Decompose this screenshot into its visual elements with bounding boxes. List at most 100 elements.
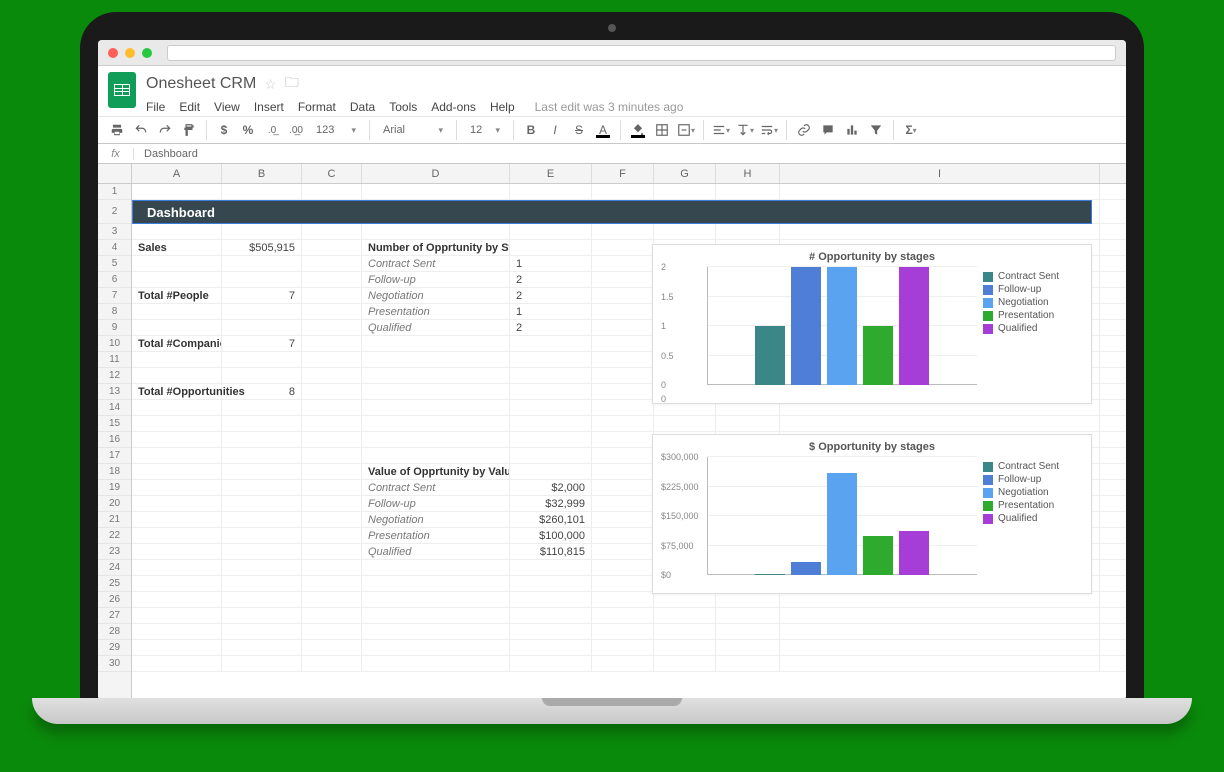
col-header[interactable]: I	[780, 164, 1100, 183]
fill-color-icon[interactable]	[629, 120, 647, 140]
cell[interactable]: Contract Sent	[362, 480, 510, 495]
cell[interactable]: 8	[222, 384, 302, 399]
menu-insert[interactable]: Insert	[254, 100, 284, 114]
cell[interactable]: $32,999	[510, 496, 592, 511]
cell[interactable]: 2	[510, 272, 592, 287]
dashboard-banner[interactable]: Dashboard	[132, 200, 1092, 224]
cell[interactable]: Follow-up	[362, 496, 510, 511]
url-bar[interactable]	[167, 45, 1116, 61]
merge-icon[interactable]: ▾	[677, 120, 695, 140]
fontsize-select[interactable]: 12	[465, 120, 505, 140]
bold-icon[interactable]: B	[522, 120, 540, 140]
cell[interactable]: Negotiation	[362, 288, 510, 303]
cell[interactable]: $2,000	[510, 480, 592, 495]
col-header[interactable]: E	[510, 164, 592, 183]
row-header[interactable]: 16	[98, 432, 131, 448]
row-header[interactable]: 13	[98, 384, 131, 400]
functions-icon[interactable]: Σ▾	[902, 120, 920, 140]
row-header[interactable]: 14	[98, 400, 131, 416]
cell[interactable]: Contract Sent	[362, 256, 510, 271]
cell[interactable]: Total #Opportunities	[132, 384, 222, 399]
text-color-icon[interactable]: A	[594, 120, 612, 140]
row-header[interactable]: 26	[98, 592, 131, 608]
row-header[interactable]: 19	[98, 480, 131, 496]
cell[interactable]: 1	[510, 256, 592, 271]
row-header[interactable]: 29	[98, 640, 131, 656]
cell[interactable]: Follow-up	[362, 272, 510, 287]
col-header[interactable]: B	[222, 164, 302, 183]
row-header[interactable]: 20	[98, 496, 131, 512]
formula-input[interactable]: Dashboard	[134, 148, 198, 160]
row-header[interactable]: 27	[98, 608, 131, 624]
cell[interactable]: Total #People	[132, 288, 222, 303]
cell[interactable]: Negotiation	[362, 512, 510, 527]
cell[interactable]: Number of Opprtunity by Stage	[362, 240, 510, 255]
print-icon[interactable]	[108, 120, 126, 140]
cell[interactable]: $505,915	[222, 240, 302, 255]
col-header[interactable]: D	[362, 164, 510, 183]
row-header[interactable]: 5	[98, 256, 131, 272]
window-close-icon[interactable]	[108, 48, 118, 58]
menu-file[interactable]: File	[146, 100, 165, 114]
cell[interactable]: 2	[510, 288, 592, 303]
strike-icon[interactable]: S	[570, 120, 588, 140]
menu-tools[interactable]: Tools	[389, 100, 417, 114]
row-header[interactable]: 25	[98, 576, 131, 592]
undo-icon[interactable]	[132, 120, 150, 140]
chart-opp-value[interactable]: $ Opportunity by stages $300,000$225,000…	[652, 434, 1092, 594]
font-select[interactable]: Arial	[378, 120, 448, 140]
comment-icon[interactable]	[819, 120, 837, 140]
window-maximize-icon[interactable]	[142, 48, 152, 58]
row-header[interactable]: 30	[98, 656, 131, 672]
row-header[interactable]: 11	[98, 352, 131, 368]
select-all-corner[interactable]	[98, 164, 132, 184]
row-header[interactable]: 9	[98, 320, 131, 336]
col-header[interactable]: A	[132, 164, 222, 183]
cell[interactable]: Qualified	[362, 544, 510, 559]
row-header[interactable]: 22	[98, 528, 131, 544]
row-header[interactable]: 18	[98, 464, 131, 480]
cell[interactable]: 2	[510, 320, 592, 335]
redo-icon[interactable]	[156, 120, 174, 140]
row-header[interactable]: 15	[98, 416, 131, 432]
cell[interactable]: $100,000	[510, 528, 592, 543]
format-percent-icon[interactable]: %	[239, 120, 257, 140]
link-icon[interactable]	[795, 120, 813, 140]
row-header[interactable]: 2	[98, 200, 131, 224]
col-header[interactable]: C	[302, 164, 362, 183]
decrease-decimal-icon[interactable]: .0̲	[263, 120, 281, 140]
sheets-logo-icon[interactable]	[108, 72, 136, 108]
cell[interactable]: 7	[222, 288, 302, 303]
star-icon[interactable]: ☆	[264, 76, 277, 93]
cell[interactable]: Value of Opprtunity by Value	[362, 464, 510, 479]
wrap-icon[interactable]: ▾	[760, 120, 778, 140]
menu-data[interactable]: Data	[350, 100, 375, 114]
increase-decimal-icon[interactable]: .0̲0	[287, 120, 305, 140]
doc-title[interactable]: Onesheet CRM	[146, 75, 256, 93]
cell[interactable]: Presentation	[362, 304, 510, 319]
cell[interactable]: Presentation	[362, 528, 510, 543]
row-header[interactable]: 17	[98, 448, 131, 464]
menu-format[interactable]: Format	[298, 100, 336, 114]
cell[interactable]: Sales	[132, 240, 222, 255]
cell[interactable]: 1	[510, 304, 592, 319]
filter-icon[interactable]	[867, 120, 885, 140]
italic-icon[interactable]: I	[546, 120, 564, 140]
folder-icon[interactable]: 🗀	[285, 72, 299, 96]
halign-icon[interactable]: ▾	[712, 120, 730, 140]
cell[interactable]: Qualified	[362, 320, 510, 335]
menu-edit[interactable]: Edit	[179, 100, 200, 114]
paint-format-icon[interactable]	[180, 120, 198, 140]
zoom-select[interactable]: 123	[311, 120, 361, 140]
cell[interactable]: $110,815	[510, 544, 592, 559]
cell[interactable]: Total #Companies	[132, 336, 222, 351]
cell-grid[interactable]: Sales $505,915 Number of Opprtunity by S…	[132, 184, 1126, 700]
chart-opp-count[interactable]: # Opportunity by stages 0 21.510.50 Cont…	[652, 244, 1092, 404]
menu-help[interactable]: Help	[490, 100, 515, 114]
row-header[interactable]: 4	[98, 240, 131, 256]
chart-icon[interactable]	[843, 120, 861, 140]
col-header[interactable]: G	[654, 164, 716, 183]
row-header[interactable]: 23	[98, 544, 131, 560]
row-header[interactable]: 10	[98, 336, 131, 352]
cell[interactable]: $260,101	[510, 512, 592, 527]
